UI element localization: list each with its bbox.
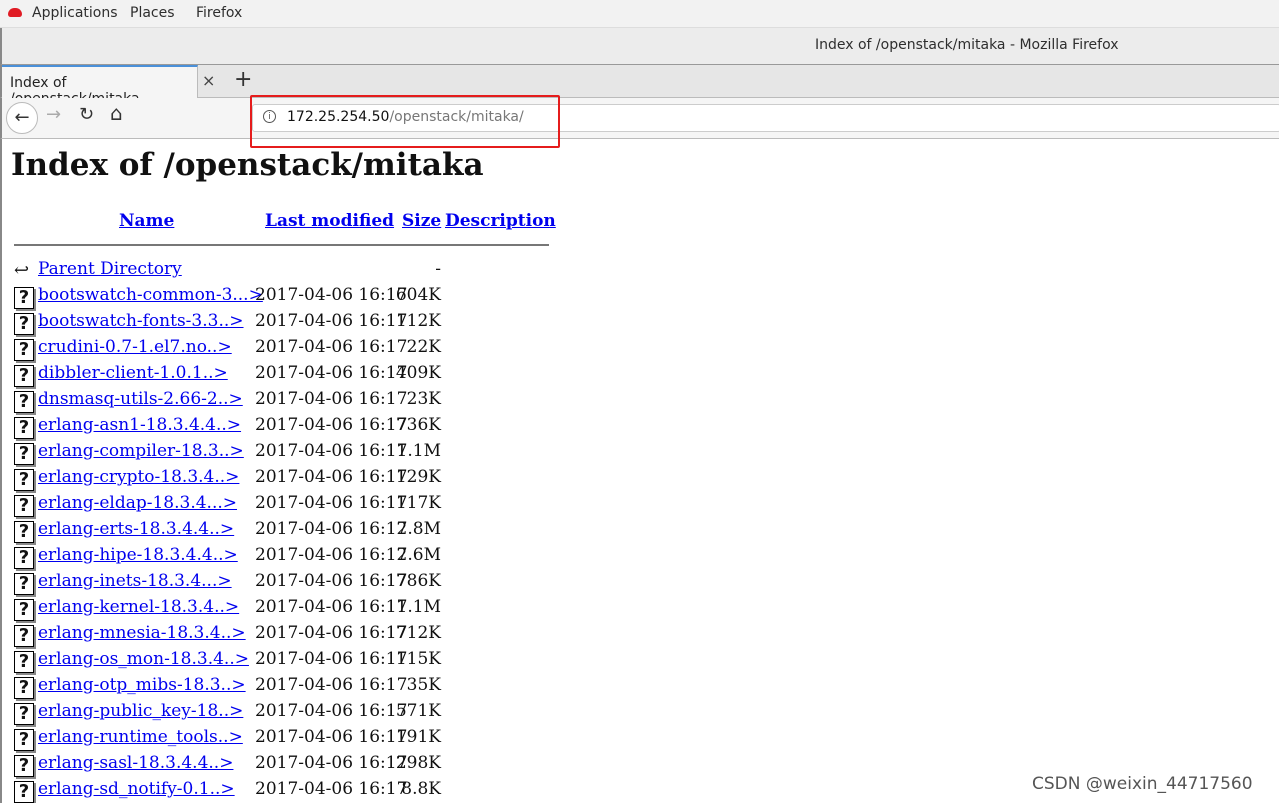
file-size: 1.1M bbox=[396, 597, 441, 617]
unknown-file-icon: ? bbox=[14, 339, 34, 361]
window-title: Index of /openstack/mitaka - Mozilla Fir… bbox=[815, 37, 1119, 53]
file-link[interactable]: erlang-sasl-18.3.4.4..> bbox=[38, 753, 233, 773]
file-link[interactable]: erlang-erts-18.3.4.4..> bbox=[38, 519, 234, 539]
unknown-file-icon: ? bbox=[14, 365, 34, 387]
unknown-file-icon: ? bbox=[14, 729, 34, 751]
unknown-file-icon: ? bbox=[14, 599, 34, 621]
watermark: CSDN @weixin_44717560 bbox=[1032, 774, 1253, 794]
file-link[interactable]: erlang-inets-18.3.4...> bbox=[38, 571, 232, 591]
unknown-file-icon: ? bbox=[14, 521, 34, 543]
divider bbox=[14, 244, 549, 246]
file-size: 786K bbox=[395, 571, 441, 591]
parent-directory-link[interactable]: Parent Directory bbox=[38, 259, 182, 279]
file-link[interactable]: erlang-crypto-18.3.4..> bbox=[38, 467, 239, 487]
file-link[interactable]: bootswatch-fonts-3.3..> bbox=[38, 311, 244, 331]
unknown-file-icon: ? bbox=[14, 755, 34, 777]
file-link[interactable]: erlang-otp_mibs-18.3..> bbox=[38, 675, 246, 695]
file-size: 712K bbox=[395, 623, 441, 643]
home-button[interactable]: ⌂ bbox=[110, 101, 123, 125]
unknown-file-icon: ? bbox=[14, 625, 34, 647]
redhat-logo-icon bbox=[8, 8, 22, 17]
file-size: 2.6M bbox=[396, 545, 441, 565]
file-link[interactable]: erlang-hipe-18.3.4.4..> bbox=[38, 545, 238, 565]
file-link[interactable]: erlang-eldap-18.3.4...> bbox=[38, 493, 237, 513]
sort-modified-link[interactable]: Last modified bbox=[265, 211, 394, 231]
unknown-file-icon: ? bbox=[14, 469, 34, 491]
file-size: 35K bbox=[406, 675, 441, 695]
unknown-file-icon: ? bbox=[14, 313, 34, 335]
navigation-toolbar: ← → ↻ ⌂ i 172.25.254.50/openstack/mitaka… bbox=[0, 98, 1279, 139]
file-size: 604K bbox=[395, 285, 441, 305]
file-size: - bbox=[435, 259, 441, 279]
file-size: 736K bbox=[395, 415, 441, 435]
close-tab-icon[interactable]: × bbox=[202, 71, 215, 90]
unknown-file-icon: ? bbox=[14, 703, 34, 725]
file-link[interactable]: erlang-asn1-18.3.4.4..> bbox=[38, 415, 241, 435]
unknown-file-icon: ? bbox=[14, 391, 34, 413]
unknown-file-icon: ? bbox=[14, 781, 34, 803]
file-size: 112K bbox=[395, 311, 441, 331]
file-size: 2.8M bbox=[396, 519, 441, 539]
unknown-file-icon: ? bbox=[14, 677, 34, 699]
back-button[interactable]: ← bbox=[6, 102, 38, 134]
tab-active[interactable]: Index of /openstack/mitaka bbox=[2, 65, 198, 107]
unknown-file-icon: ? bbox=[14, 287, 34, 309]
reload-button[interactable]: ↻ bbox=[79, 104, 94, 125]
firefox-menu[interactable]: Firefox bbox=[196, 5, 242, 21]
file-link[interactable]: dibbler-client-1.0.1..> bbox=[38, 363, 228, 383]
unknown-file-icon: ? bbox=[14, 443, 34, 465]
file-size: 1.1M bbox=[396, 441, 441, 461]
file-size: 191K bbox=[395, 727, 441, 747]
sort-size-link[interactable]: Size bbox=[402, 211, 441, 231]
places-menu[interactable]: Places bbox=[130, 5, 175, 21]
file-size: 571K bbox=[395, 701, 441, 721]
applications-menu[interactable]: Applications bbox=[32, 5, 118, 21]
file-size: 409K bbox=[395, 363, 441, 383]
file-link[interactable]: erlang-os_mon-18.3.4..> bbox=[38, 649, 249, 669]
file-size: 8.8K bbox=[401, 779, 441, 799]
file-size: 115K bbox=[395, 649, 441, 669]
file-size: 298K bbox=[395, 753, 441, 773]
unknown-file-icon: ? bbox=[14, 547, 34, 569]
file-size: 22K bbox=[406, 337, 441, 357]
file-size: 23K bbox=[406, 389, 441, 409]
file-link[interactable]: erlang-kernel-18.3.4..> bbox=[38, 597, 239, 617]
unknown-file-icon: ? bbox=[14, 495, 34, 517]
file-link[interactable]: bootswatch-common-3...> bbox=[38, 285, 263, 305]
back-arrow-icon: ↩ bbox=[14, 260, 30, 281]
unknown-file-icon: ? bbox=[14, 651, 34, 673]
file-link[interactable]: crudini-0.7-1.el7.no..> bbox=[38, 337, 232, 357]
file-link[interactable]: erlang-mnesia-18.3.4..> bbox=[38, 623, 246, 643]
file-size: 117K bbox=[395, 493, 441, 513]
sort-name-link[interactable]: Name bbox=[119, 211, 174, 231]
forward-button[interactable]: → bbox=[46, 104, 61, 125]
file-link[interactable]: dnsmasq-utils-2.66-2..> bbox=[38, 389, 243, 409]
file-size: 129K bbox=[395, 467, 441, 487]
file-link[interactable]: erlang-compiler-18.3..> bbox=[38, 441, 244, 461]
window-title-bar: Index of /openstack/mitaka - Mozilla Fir… bbox=[0, 28, 1279, 64]
unknown-file-icon: ? bbox=[14, 573, 34, 595]
tab-strip: Index of /openstack/mitaka × + bbox=[0, 64, 1279, 107]
new-tab-button[interactable]: + bbox=[234, 67, 252, 92]
file-link[interactable]: erlang-runtime_tools..> bbox=[38, 727, 243, 747]
desktop-top-bar: Applications Places Firefox bbox=[0, 0, 1279, 28]
page-content: Index of /openstack/mitaka Name Last mod… bbox=[0, 139, 1279, 803]
file-link[interactable]: erlang-public_key-18..> bbox=[38, 701, 243, 721]
sort-description-link[interactable]: Description bbox=[445, 211, 556, 231]
file-link[interactable]: erlang-sd_notify-0.1..> bbox=[38, 779, 235, 799]
page-title: Index of /openstack/mitaka bbox=[11, 147, 484, 183]
unknown-file-icon: ? bbox=[14, 417, 34, 439]
